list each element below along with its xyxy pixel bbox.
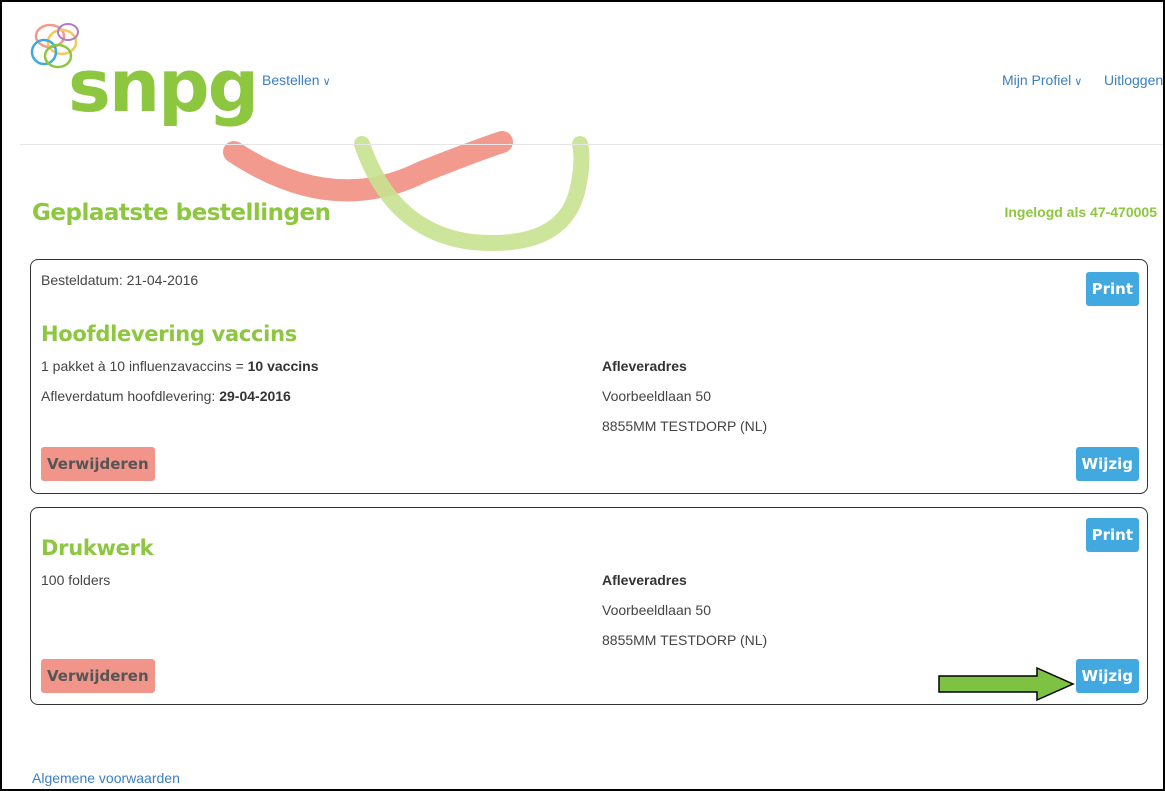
order-title: Drukwerk (41, 536, 154, 560)
order-quantity-total: 10 vaccins (247, 358, 319, 374)
delete-button[interactable]: Verwijderen (41, 447, 155, 481)
terms-link[interactable]: Algemene voorwaarden (32, 770, 180, 786)
chevron-down-icon: ∨ (322, 76, 331, 88)
delivery-date: Afleverdatum hoofdlevering: 29-04-2016 (41, 388, 291, 404)
print-button[interactable]: Print (1085, 518, 1139, 552)
page-title: Geplaatste bestellingen (32, 200, 331, 226)
edit-button[interactable]: Wijzig (1075, 659, 1139, 693)
print-button[interactable]: Print (1085, 272, 1139, 306)
logged-in-status: Ingelogd als 47-470005 (1004, 204, 1157, 220)
snpg-logo[interactable]: snpg (28, 20, 259, 140)
nav-order-menu[interactable]: Bestellen ∨ (262, 72, 331, 88)
arrow-right-icon (938, 666, 1075, 702)
order-quantity-text: 1 pakket à 10 influenzavaccins = (41, 358, 248, 374)
nav-profile-label: Mijn Profiel (1002, 72, 1072, 88)
address-city: 8855MM TESTDORP (NL) (602, 632, 768, 648)
chevron-down-icon: ∨ (1074, 76, 1083, 88)
order-title: Hoofdlevering vaccins (41, 322, 297, 346)
nav-logout-link[interactable]: Uitloggen (1104, 72, 1163, 88)
address-street: Voorbeeldlaan 50 (602, 602, 711, 618)
delete-button[interactable]: Verwijderen (41, 659, 155, 693)
nav-profile-menu[interactable]: Mijn Profiel ∨ (1002, 72, 1082, 88)
nav-order-label: Bestellen (262, 72, 320, 88)
page: snpg Bestellen ∨ Mijn Profiel ∨ Uitloggen … (2, 2, 1163, 789)
delivery-date-label: Afleverdatum hoofdlevering: (41, 388, 220, 404)
edit-button[interactable]: Wijzig (1075, 447, 1139, 481)
address-street: Voorbeeldlaan 50 (602, 388, 711, 404)
logo-wordmark: snpg (68, 44, 259, 128)
order-date: Besteldatum: 21-04-2016 (41, 272, 199, 288)
address-heading: Afleveradres (602, 358, 687, 374)
delivery-date-value: 29-04-2016 (219, 388, 291, 404)
order-quantity: 100 folders (41, 572, 111, 588)
order-card: Besteldatum: 21-04-2016 Print Hoofdlever… (30, 259, 1148, 494)
order-quantity: 1 pakket à 10 influenzavaccins = 10 vacc… (41, 358, 318, 374)
address-city: 8855MM TESTDORP (NL) (602, 418, 768, 434)
address-heading: Afleveradres (602, 572, 687, 588)
header-divider (20, 144, 1163, 145)
